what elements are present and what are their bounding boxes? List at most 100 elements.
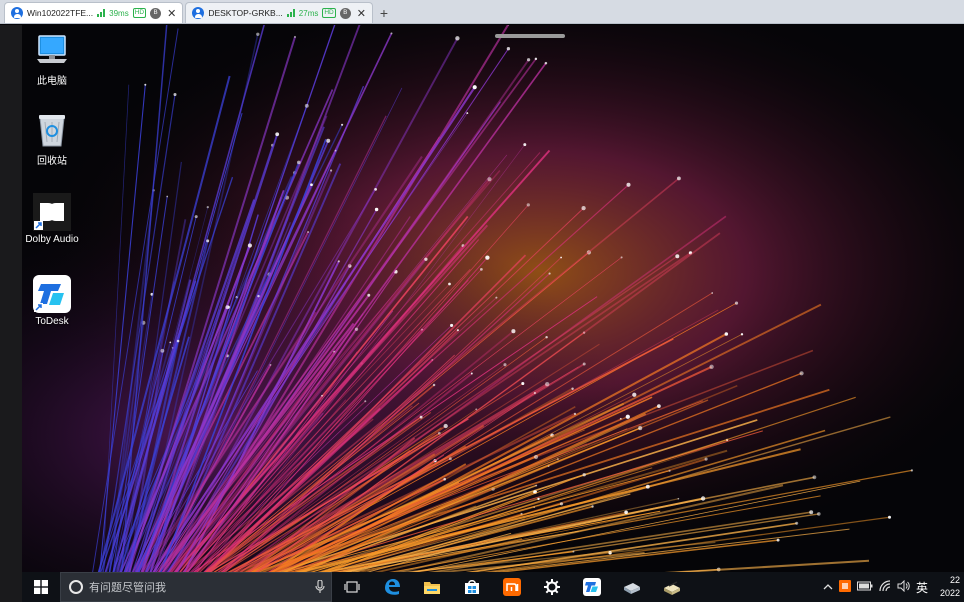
wallpaper-spark xyxy=(559,502,564,506)
wallpaper-spark xyxy=(887,515,892,519)
wallpaper-spark xyxy=(816,512,821,516)
session-tab-1[interactable]: Win102022TFE... 39ms HD B ✕ xyxy=(4,2,184,23)
session-tab-2[interactable]: DESKTOP-GRKB... 27ms HD B ✕ xyxy=(185,2,373,23)
signal-icon xyxy=(286,9,295,17)
system-tray: 英 22 2022 xyxy=(823,574,964,600)
wallpaper-spark xyxy=(330,169,333,172)
wallpaper-spark xyxy=(194,215,198,219)
wallpaper-spark xyxy=(487,177,492,182)
edge-button[interactable] xyxy=(372,572,412,602)
recycle-bin-icon xyxy=(32,110,72,150)
settings-button[interactable] xyxy=(532,572,572,602)
wallpaper-spark xyxy=(711,292,714,294)
monitor-icon[interactable]: B xyxy=(150,7,162,19)
wallpaper-spark xyxy=(700,496,706,501)
wallpaper-spark xyxy=(173,92,177,97)
mi-app-button[interactable] xyxy=(492,572,532,602)
tray-app-icon[interactable] xyxy=(838,579,851,595)
wallpaper-spark xyxy=(419,415,423,419)
wallpaper-spark xyxy=(443,423,448,429)
wallpaper-spark xyxy=(304,103,309,108)
taskbar-search-box[interactable]: 有问题尽管问我 xyxy=(60,572,332,602)
wallpaper-spark xyxy=(354,327,359,331)
settings-icon xyxy=(544,579,560,595)
wallpaper-spark xyxy=(448,457,452,461)
wallpaper-spark xyxy=(675,254,680,259)
wallpaper-graphic xyxy=(22,25,964,572)
input-method-indicator[interactable]: 英 xyxy=(916,579,928,596)
wallpaper-spark xyxy=(480,268,483,271)
app-button-1[interactable] xyxy=(612,572,652,602)
session-tab-1-quality[interactable]: HD xyxy=(132,8,147,18)
dolby-audio-icon xyxy=(32,192,72,232)
file-explorer-button[interactable] xyxy=(412,572,452,602)
user-avatar-icon xyxy=(192,7,205,19)
wallpaper-spark xyxy=(521,381,525,386)
wallpaper-spark xyxy=(591,505,594,508)
volume-icon[interactable] xyxy=(897,579,910,595)
file-explorer-icon xyxy=(424,581,440,594)
clock-time: 22 xyxy=(949,575,960,585)
desktop-wallpaper xyxy=(22,25,964,572)
wallpaper-spark xyxy=(626,182,631,187)
wallpaper-spark xyxy=(296,160,301,165)
wallpaper-spark xyxy=(582,362,586,366)
wallpaper-spark xyxy=(544,61,548,65)
desktop-icon-label: 此电脑 xyxy=(37,76,67,87)
wallpaper-spark xyxy=(310,183,313,187)
wifi-icon[interactable] xyxy=(879,579,891,595)
session-tab-1-name: Win102022TFE... xyxy=(27,8,94,18)
close-tab-2-button[interactable]: ✕ xyxy=(357,7,366,20)
wallpaper-spark xyxy=(677,497,680,500)
wallpaper-spark xyxy=(560,256,562,259)
wallpaper-spark xyxy=(367,293,371,297)
task-view-button[interactable] xyxy=(332,572,372,602)
wallpaper-spark xyxy=(523,143,527,147)
wallpaper-spark xyxy=(337,260,340,263)
taskbar-clock[interactable]: 22 2022 xyxy=(934,574,960,600)
edge-icon xyxy=(385,579,400,595)
signal-icon xyxy=(97,9,106,17)
chevron-up-icon[interactable] xyxy=(823,582,833,593)
app-button-2[interactable] xyxy=(652,572,692,602)
wallpaper-spark xyxy=(582,473,586,477)
desktop-icon-todesk[interactable]: ToDesk xyxy=(20,274,84,327)
todesk-icon xyxy=(32,274,72,314)
session-tab-2-name: DESKTOP-GRKB... xyxy=(208,8,283,18)
wallpaper-spark xyxy=(448,282,451,286)
new-tab-button[interactable]: + xyxy=(375,3,393,23)
desktop-icon-label: ToDesk xyxy=(35,316,69,327)
wallpaper-spark xyxy=(485,255,490,260)
wallpaper-spark xyxy=(676,176,681,181)
wallpaper-spark xyxy=(625,414,630,419)
toolbar-handle[interactable] xyxy=(495,34,565,38)
desktop-icon-dolby-audio[interactable]: Dolby Audio xyxy=(20,192,84,245)
wallpaper-spark xyxy=(534,57,538,61)
wallpaper-spark xyxy=(364,400,367,403)
wallpaper-spark xyxy=(495,296,498,299)
wallpaper-spark xyxy=(374,188,377,191)
wallpaper-spark xyxy=(545,335,548,339)
user-avatar-icon xyxy=(11,7,23,19)
wallpaper-spark xyxy=(321,394,323,397)
wallpaper-spark xyxy=(571,387,574,390)
start-button[interactable] xyxy=(22,572,60,602)
wallpaper-spark xyxy=(795,521,799,525)
wallpaper-spark xyxy=(572,550,575,553)
desktop-icon-this-pc[interactable]: 此电脑 xyxy=(20,30,84,87)
todesk-taskbar-button[interactable] xyxy=(572,572,612,602)
close-tab-1-button[interactable]: ✕ xyxy=(167,7,176,20)
wallpaper-spark xyxy=(166,195,169,198)
store-button[interactable] xyxy=(452,572,492,602)
microphone-icon[interactable] xyxy=(309,580,331,594)
todesk-icon xyxy=(583,578,601,596)
session-tab-2-quality[interactable]: HD xyxy=(322,8,336,18)
monitor-icon[interactable]: B xyxy=(339,7,351,19)
wallpaper-spark xyxy=(374,207,379,212)
desktop-icon-recycle-bin[interactable]: 回收站 xyxy=(20,110,84,167)
wallpaper-spark xyxy=(506,47,511,51)
wallpaper-spark xyxy=(275,132,280,137)
battery-icon[interactable] xyxy=(856,581,873,594)
wallpaper-spark xyxy=(657,404,661,408)
wallpaper-spark xyxy=(450,323,454,327)
